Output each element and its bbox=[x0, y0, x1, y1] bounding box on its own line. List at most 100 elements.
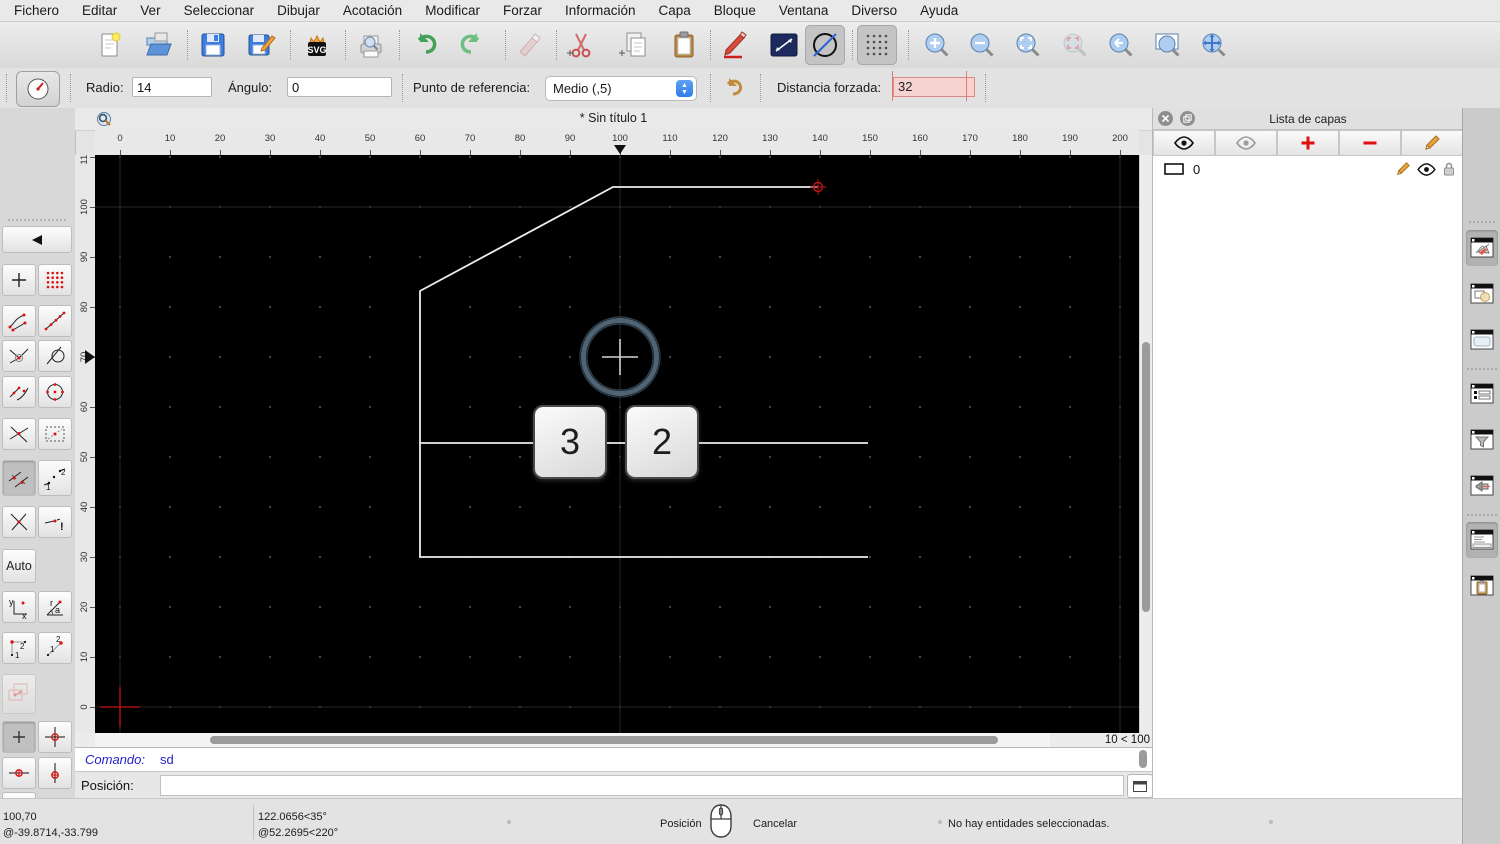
snap-perpendicular-button[interactable] bbox=[2, 340, 36, 372]
edit-layer-button[interactable] bbox=[1401, 130, 1463, 156]
layer-visible-icon[interactable] bbox=[1417, 162, 1436, 176]
new-file-button[interactable] bbox=[90, 25, 130, 65]
restriction-toggle-button[interactable] bbox=[805, 25, 845, 65]
menu-modificar[interactable]: Modificar bbox=[425, 3, 480, 18]
back-button[interactable] bbox=[2, 226, 72, 253]
menu-dibujar[interactable]: Dibujar bbox=[277, 3, 320, 18]
property-pencil-button[interactable] bbox=[713, 25, 753, 65]
delete-entities-button[interactable] bbox=[509, 25, 549, 65]
vertical-scrollbar-thumb[interactable] bbox=[1142, 342, 1150, 612]
menu-fichero[interactable]: Fichero bbox=[14, 3, 59, 18]
open-file-button[interactable] bbox=[138, 25, 178, 65]
show-all-layers-button[interactable] bbox=[1153, 130, 1215, 156]
snap-endpoints-button[interactable] bbox=[2, 305, 36, 337]
command-line-panel[interactable]: Comando: sd bbox=[75, 747, 1152, 771]
print-preview-button[interactable] bbox=[351, 25, 391, 65]
document-tab-title[interactable]: * Sin título 1 bbox=[75, 111, 1152, 125]
snap-middle-manual-button[interactable]: 12 bbox=[38, 460, 72, 496]
snap-on-entity-button[interactable] bbox=[38, 305, 72, 337]
menu-bloque[interactable]: Bloque bbox=[714, 3, 756, 18]
toggle-command-window-button[interactable] bbox=[1127, 774, 1153, 798]
zoom-window-button[interactable] bbox=[1148, 25, 1188, 65]
menu-informacion[interactable]: Información bbox=[565, 3, 636, 18]
zoom-previous-button[interactable] bbox=[1101, 25, 1141, 65]
active-tool-button[interactable] bbox=[16, 71, 60, 107]
menu-ventana[interactable]: Ventana bbox=[779, 3, 829, 18]
palette-drag-handle[interactable] bbox=[8, 219, 66, 224]
menu-diverso[interactable]: Diverso bbox=[851, 3, 897, 18]
snap-intersection-button[interactable] bbox=[2, 418, 36, 450]
line-attributes-button[interactable] bbox=[764, 25, 804, 65]
restrict-both-button[interactable] bbox=[38, 721, 72, 753]
redo-button[interactable] bbox=[452, 25, 492, 65]
snap-auto-button[interactable]: Auto bbox=[2, 549, 36, 583]
library-browser-toggle[interactable] bbox=[1466, 322, 1498, 358]
menu-ver[interactable]: Ver bbox=[140, 3, 160, 18]
forced-distance-input[interactable]: 32 bbox=[893, 77, 975, 97]
sidebar-drag-handle[interactable] bbox=[1469, 221, 1495, 223]
snap-grid-button[interactable] bbox=[38, 264, 72, 296]
command-scrollbar-thumb[interactable] bbox=[1139, 750, 1147, 768]
layer-row-0[interactable]: 0 bbox=[1153, 158, 1463, 180]
restrict-orthogonal-button[interactable] bbox=[2, 674, 36, 714]
save-button[interactable] bbox=[193, 25, 233, 65]
snap-auto-label: Auto bbox=[6, 559, 32, 573]
restrict-none-button[interactable] bbox=[2, 721, 36, 753]
command-entry-text[interactable]: sd bbox=[160, 752, 174, 767]
layer-edit-icon[interactable] bbox=[1395, 161, 1411, 177]
property-editor-toggle[interactable] bbox=[1466, 376, 1498, 412]
snap-distance-button[interactable] bbox=[2, 460, 36, 496]
menu-ayuda[interactable]: Ayuda bbox=[920, 3, 958, 18]
horizontal-scrollbar-thumb[interactable] bbox=[210, 736, 998, 744]
snap-center-button[interactable] bbox=[38, 376, 72, 408]
remove-layer-button[interactable] bbox=[1339, 130, 1401, 156]
snap-tangent-button[interactable] bbox=[38, 340, 72, 372]
menu-seleccionar[interactable]: Seleccionar bbox=[184, 3, 255, 18]
save-as-button[interactable] bbox=[241, 25, 281, 65]
zoom-auto-button[interactable] bbox=[1008, 25, 1048, 65]
layer-panel-toggle[interactable] bbox=[1466, 230, 1498, 266]
angle-input[interactable] bbox=[287, 77, 392, 97]
restrict-horizontal-button[interactable] bbox=[2, 757, 36, 789]
menu-capa[interactable]: Capa bbox=[659, 3, 691, 18]
canvas-horizontal-scrollbar[interactable] bbox=[95, 733, 1050, 747]
paste-button[interactable] bbox=[664, 25, 704, 65]
radio-input[interactable] bbox=[132, 77, 212, 97]
relative-cartesian-button[interactable]: 12 bbox=[2, 632, 36, 664]
zoom-in-button[interactable] bbox=[917, 25, 957, 65]
coordinate-polar-button[interactable]: ra bbox=[38, 591, 72, 623]
zoom-out-button[interactable] bbox=[962, 25, 1002, 65]
selection-filter-toggle[interactable] bbox=[1466, 422, 1498, 458]
position-input[interactable] bbox=[160, 775, 1124, 796]
menu-acotacion[interactable]: Acotación bbox=[343, 3, 402, 18]
snap-auto-entity-button[interactable] bbox=[2, 376, 36, 408]
reset-options-button[interactable] bbox=[720, 76, 746, 100]
pan-button[interactable] bbox=[1194, 25, 1234, 65]
cut-button[interactable] bbox=[561, 25, 601, 65]
svg-export-button[interactable]: SVG bbox=[297, 25, 337, 65]
grid-toggle-button[interactable] bbox=[857, 25, 897, 65]
snap-intersection-manual-button[interactable]: ! bbox=[38, 506, 72, 538]
layer-lock-icon[interactable] bbox=[1443, 162, 1455, 176]
block-panel-toggle[interactable] bbox=[1466, 276, 1498, 312]
snap-intersection-x-button[interactable] bbox=[2, 506, 36, 538]
clipboard-panel-toggle[interactable] bbox=[1466, 568, 1498, 604]
command-line-toggle[interactable] bbox=[1466, 522, 1498, 558]
menu-editar[interactable]: Editar bbox=[82, 3, 117, 18]
snap-free-button[interactable] bbox=[2, 264, 36, 296]
restrict-vertical-button[interactable] bbox=[38, 757, 72, 789]
hide-all-layers-button[interactable] bbox=[1215, 130, 1277, 156]
canvas-vertical-scrollbar[interactable] bbox=[1139, 155, 1152, 733]
layer-color-swatch[interactable] bbox=[1164, 163, 1184, 175]
drawing-canvas[interactable]: 3 2 bbox=[95, 155, 1139, 733]
command-trigger-toggle[interactable] bbox=[1466, 468, 1498, 504]
coordinate-cartesian-button[interactable]: yx bbox=[2, 591, 36, 623]
relative-polar-button[interactable]: 12 bbox=[38, 632, 72, 664]
menu-forzar[interactable]: Forzar bbox=[503, 3, 542, 18]
copy-button[interactable] bbox=[613, 25, 653, 65]
zoom-selection-button[interactable] bbox=[1055, 25, 1095, 65]
reference-point-select[interactable]: Medio (,5) ▲ ▼ bbox=[545, 76, 697, 101]
snap-reference-button[interactable] bbox=[38, 418, 72, 450]
add-layer-button[interactable] bbox=[1277, 130, 1339, 156]
undo-button[interactable] bbox=[405, 25, 445, 65]
